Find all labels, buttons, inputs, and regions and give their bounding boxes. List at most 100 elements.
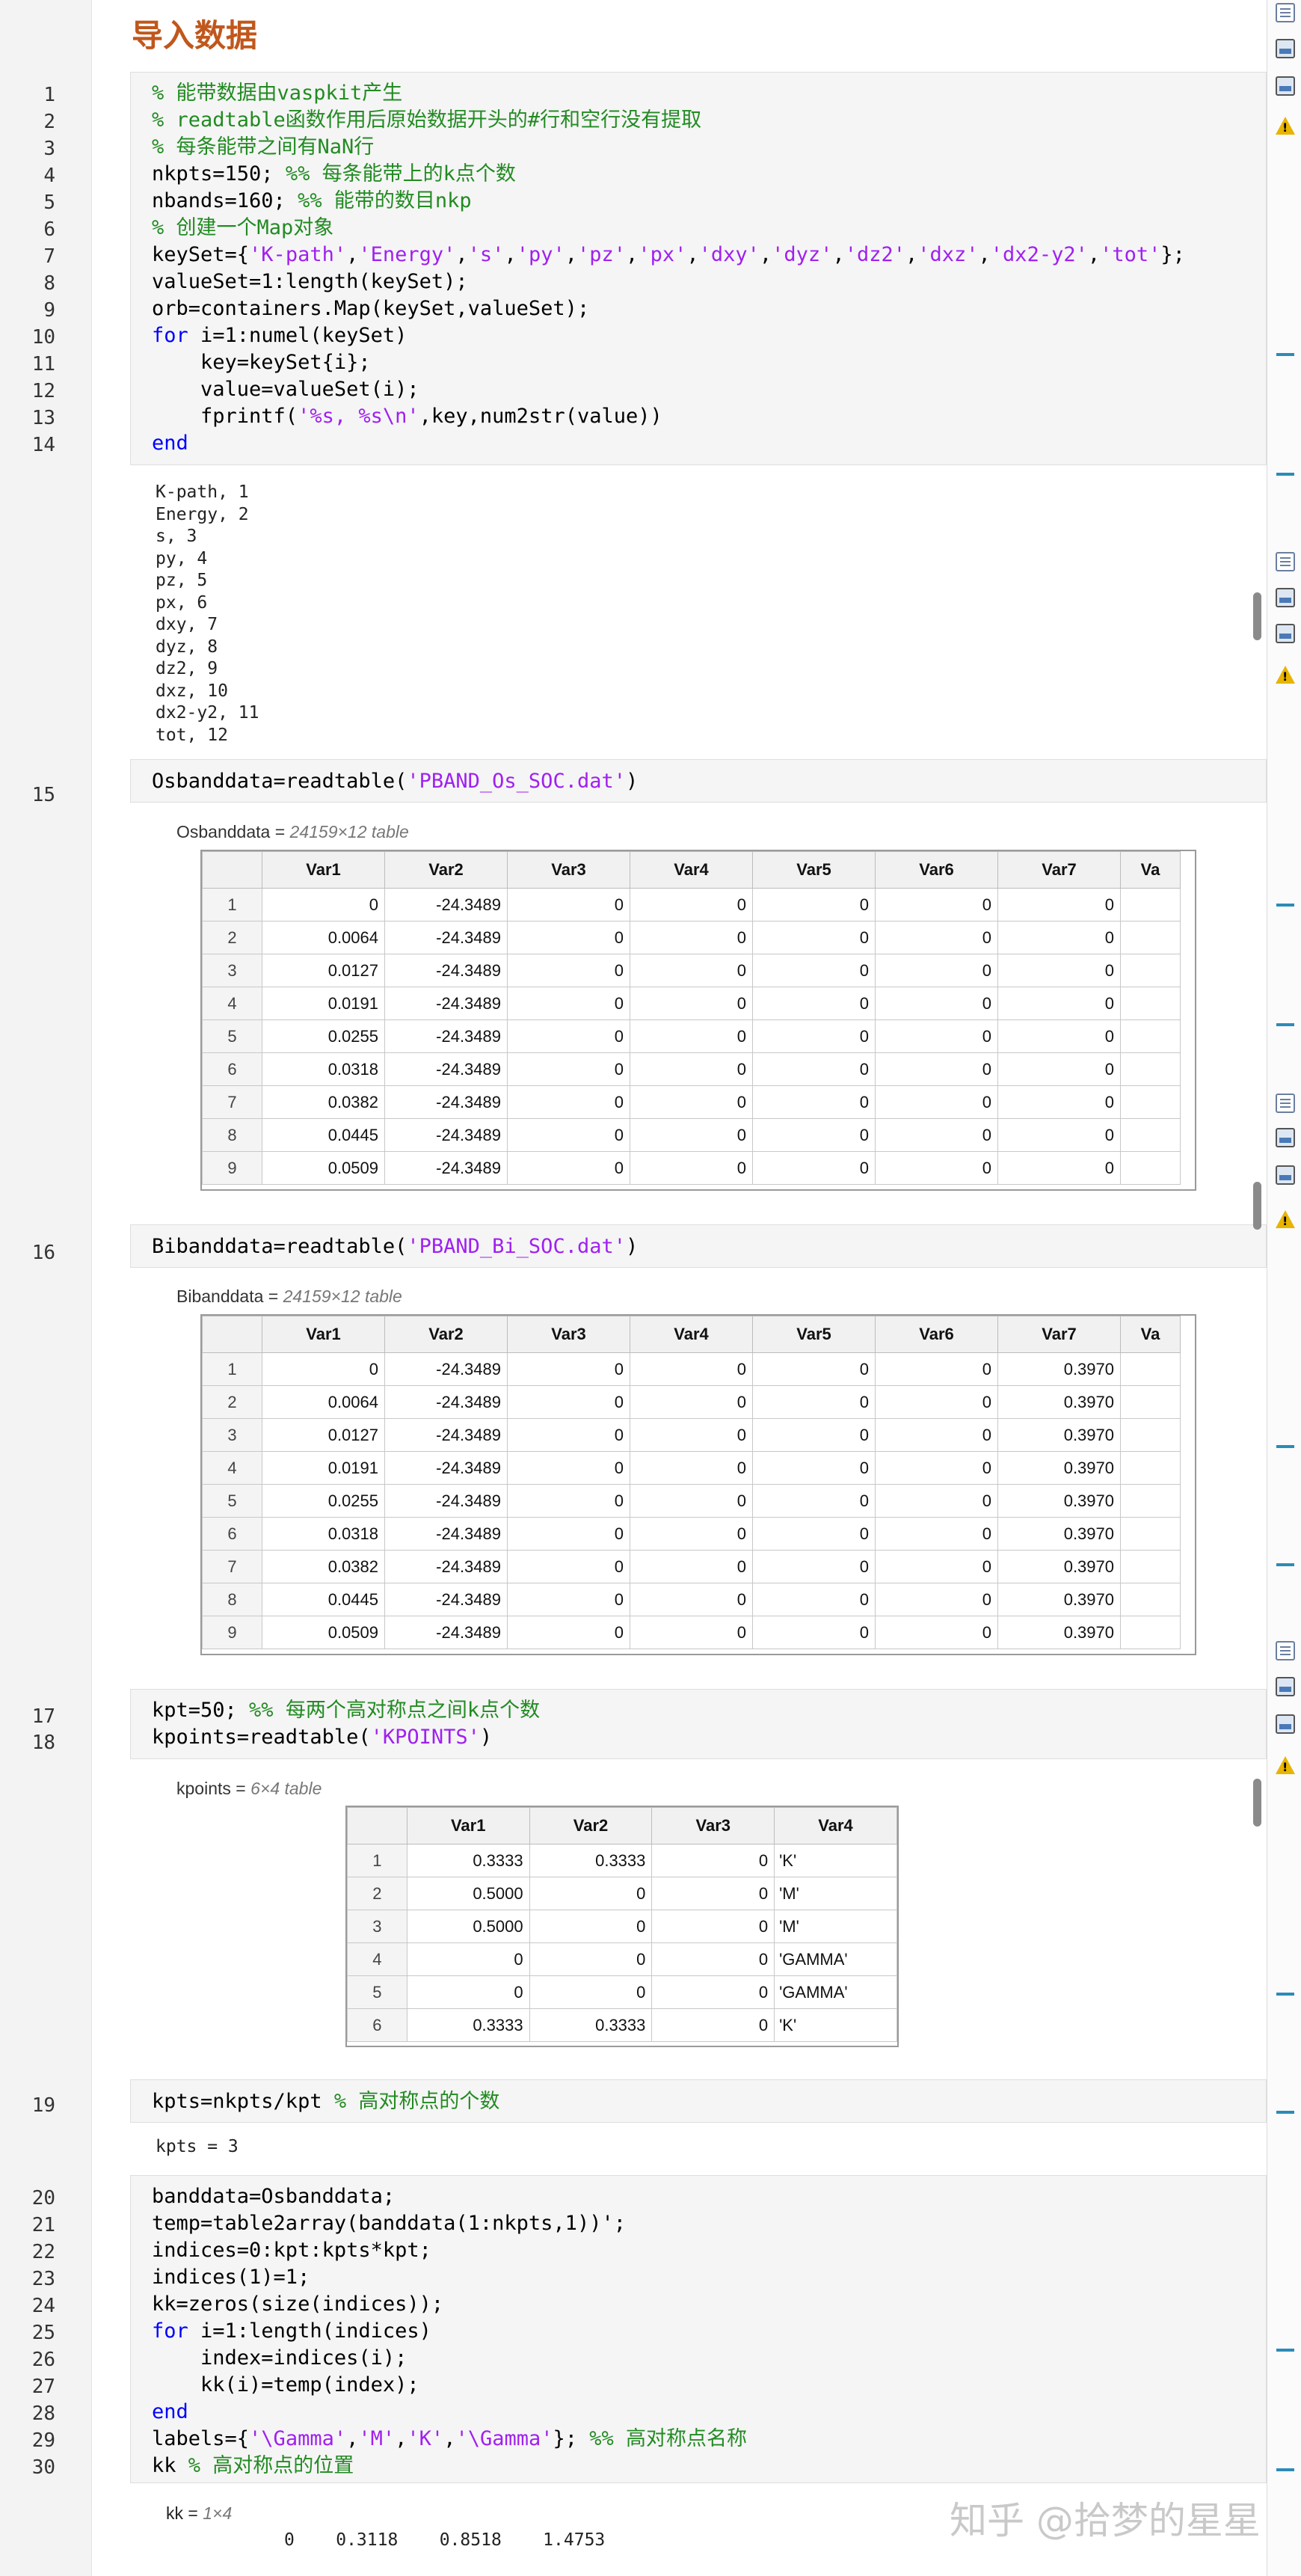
table-cell[interactable] — [1120, 1385, 1181, 1419]
table-cell[interactable]: 0 — [651, 1877, 775, 1910]
column-header[interactable]: Var5 — [752, 1316, 876, 1353]
table-cell[interactable]: 0 — [752, 1052, 876, 1086]
table-cell[interactable]: 0 — [630, 1550, 753, 1583]
code-cell-15-text[interactable]: Osbanddata=readtable('PBAND_Os_SOC.dat') — [152, 768, 638, 795]
table-cell[interactable]: -24.3489 — [384, 1118, 508, 1152]
table-row[interactable]: 1 0 -24.3489 0 0 0 0 0.3970 — [202, 1352, 1181, 1386]
sidebar-marker[interactable] — [1276, 2349, 1294, 2352]
table-cell[interactable]: 0 — [507, 921, 630, 954]
warning-icon[interactable] — [1276, 1210, 1295, 1228]
table-cell[interactable]: 0 — [752, 1385, 876, 1419]
table-cell[interactable]: -24.3489 — [384, 1484, 508, 1518]
image-icon[interactable] — [1276, 76, 1295, 96]
table-row[interactable]: 3 0.0127 -24.3489 0 0 0 0 0.3970 — [202, 1418, 1181, 1452]
figure-icon[interactable] — [1276, 1677, 1295, 1696]
table-cell[interactable]: 0 — [630, 954, 753, 987]
table-cell[interactable]: 0 — [875, 1385, 998, 1419]
table-cell[interactable]: 0.3970 — [997, 1550, 1121, 1583]
code-cell-17-18[interactable]: kpt=50; %% 每两个高对称点之间k点个数 kpoints=readtab… — [130, 1689, 1267, 1759]
table-cell[interactable]: 0 — [875, 1484, 998, 1518]
table-cell[interactable]: 0 — [752, 954, 876, 987]
code-cell-16[interactable]: Bibanddata=readtable('PBAND_Bi_SOC.dat') — [130, 1224, 1267, 1268]
table-cell[interactable]: 0 — [752, 1451, 876, 1485]
table-row[interactable]: 2 0.5000 0 0 'M' — [347, 1877, 897, 1910]
table-row[interactable]: 6 0.3333 0.3333 0 'K' — [347, 2008, 897, 2042]
column-header[interactable]: Var1 — [262, 851, 385, 889]
table-cell[interactable] — [1120, 954, 1181, 987]
table-cell[interactable]: -24.3489 — [384, 1616, 508, 1649]
table-cell[interactable]: 0.3333 — [529, 2008, 653, 2042]
table-row[interactable]: 8 0.0445 -24.3489 0 0 0 0 0.3970 — [202, 1583, 1181, 1616]
code-cell-20-30[interactable]: banddata=Osbanddata; temp=table2array(ba… — [130, 2175, 1267, 2483]
table-cell[interactable]: 0 — [630, 987, 753, 1020]
table-cell[interactable]: 0 — [507, 954, 630, 987]
code-cell-16-text[interactable]: Bibanddata=readtable('PBAND_Bi_SOC.dat') — [152, 1233, 638, 1260]
table-cell[interactable]: 0 — [630, 921, 753, 954]
table-cell[interactable]: 0.0509 — [262, 1151, 385, 1185]
table-cell[interactable]: -24.3489 — [384, 1418, 508, 1452]
table-cell[interactable]: 0 — [630, 1451, 753, 1485]
column-header[interactable]: Var7 — [997, 851, 1121, 889]
code-cell-20-30-text[interactable]: banddata=Osbanddata; temp=table2array(ba… — [152, 2183, 747, 2480]
sidebar-marker[interactable] — [1276, 1023, 1294, 1026]
table-cell[interactable]: 0 — [752, 1151, 876, 1185]
table-cell[interactable]: 0.0445 — [262, 1118, 385, 1152]
table-cell[interactable]: 0 — [752, 1019, 876, 1053]
table-cell[interactable]: 0.0064 — [262, 921, 385, 954]
output-scrollbar-thumb[interactable] — [1253, 592, 1261, 640]
table-cell[interactable]: 0 — [997, 954, 1121, 987]
sidebar-marker[interactable] — [1276, 1445, 1294, 1448]
table-cell[interactable] — [1120, 1118, 1181, 1152]
table-row[interactable]: 5 0.0255 -24.3489 0 0 0 0 0.3970 — [202, 1484, 1181, 1518]
row-number[interactable]: 3 — [347, 1910, 407, 1943]
osband-table[interactable]: Var1 Var2 Var3 Var4 Var5 Var6 Var7 Va 1 0 -24.3489… — [200, 850, 1196, 1191]
table-cell[interactable]: 0 — [529, 1975, 653, 2009]
table-cell[interactable]: 0 — [630, 1583, 753, 1616]
table-row[interactable]: 3 0.0127 -24.3489 0 0 0 0 0 — [202, 954, 1181, 987]
table-cell[interactable]: 0 — [507, 1451, 630, 1485]
code-cell-1[interactable]: % 能带数据由vaspkit产生 % readtable函数作用后原始数据开头的… — [130, 72, 1267, 465]
table-cell[interactable]: 'M' — [774, 1877, 897, 1910]
row-number[interactable]: 2 — [347, 1877, 407, 1910]
table-row[interactable]: 4 0.0191 -24.3489 0 0 0 0 0.3970 — [202, 1451, 1181, 1485]
table-cell[interactable]: 0.0318 — [262, 1517, 385, 1551]
table-row[interactable]: 2 0.0064 -24.3489 0 0 0 0 0.3970 — [202, 1385, 1181, 1419]
table-cell[interactable]: 0 — [507, 1085, 630, 1119]
table-cell[interactable]: 0.5000 — [406, 1910, 530, 1943]
table-cell[interactable]: 0.0382 — [262, 1085, 385, 1119]
row-number[interactable]: 4 — [347, 1942, 407, 1976]
table-cell[interactable]: 0.3333 — [406, 2008, 530, 2042]
table-cell[interactable]: -24.3489 — [384, 1517, 508, 1551]
column-header[interactable]: Var6 — [875, 1316, 998, 1353]
table-cell[interactable]: 0 — [752, 1418, 876, 1452]
table-cell[interactable]: 0 — [752, 1517, 876, 1551]
table-cell[interactable]: -24.3489 — [384, 1052, 508, 1086]
warning-icon[interactable] — [1276, 1756, 1295, 1774]
table-row[interactable]: 7 0.0382 -24.3489 0 0 0 0 0 — [202, 1085, 1181, 1119]
table-cell[interactable]: 0 — [630, 1118, 753, 1152]
output-scrollbar-thumb[interactable] — [1253, 1182, 1261, 1230]
row-number[interactable]: 6 — [347, 2008, 407, 2042]
table-cell[interactable] — [1120, 1418, 1181, 1452]
table-cell[interactable]: 0 — [507, 1151, 630, 1185]
table-cell[interactable]: 0 — [651, 1844, 775, 1877]
table-cell[interactable]: 0 — [507, 1550, 630, 1583]
image-icon[interactable] — [1276, 624, 1295, 643]
table-cell[interactable]: -24.3489 — [384, 1385, 508, 1419]
table-cell[interactable] — [1120, 1616, 1181, 1649]
table-cell[interactable] — [1120, 1451, 1181, 1485]
table-cell[interactable] — [1120, 921, 1181, 954]
table-cell[interactable]: -24.3489 — [384, 987, 508, 1020]
table-cell[interactable]: 0 — [262, 1352, 385, 1386]
table-cell[interactable]: 0 — [875, 1019, 998, 1053]
table-cell[interactable]: 0 — [997, 1118, 1121, 1152]
table-cell[interactable]: 0 — [507, 1517, 630, 1551]
table-cell[interactable]: 0 — [630, 1352, 753, 1386]
table-cell[interactable]: -24.3489 — [384, 888, 508, 921]
row-number[interactable]: 1 — [347, 1844, 407, 1877]
table-row[interactable]: 4 0 0 0 'GAMMA' — [347, 1942, 897, 1976]
table-cell[interactable]: -24.3489 — [384, 921, 508, 954]
warning-icon[interactable] — [1276, 117, 1295, 135]
code-cell-1-text[interactable]: % 能带数据由vaspkit产生 % readtable函数作用后原始数据开头的… — [152, 80, 1185, 457]
table-row[interactable]: 4 0.0191 -24.3489 0 0 0 0 0 — [202, 987, 1181, 1020]
